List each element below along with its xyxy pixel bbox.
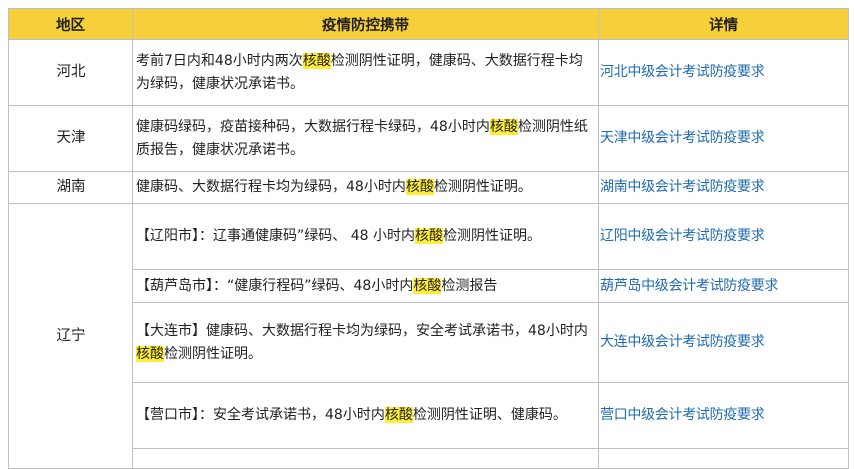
region-cell: 湖南 — [8, 171, 133, 204]
header-region: 地区 — [8, 8, 133, 40]
requirement-text: 考前7日内和48小时内两次 — [136, 53, 303, 69]
table-row: 天津 健康码绿码，疫苗接种码，大数据行程卡绿码，48小时内核酸检测阴性纸质报告，… — [8, 105, 849, 172]
requirements-cell: 考前7日内和48小时内两次核酸检测阴性证明，健康码、大数据行程卡均为绿码，健康状… — [132, 39, 599, 106]
requirement-text: 健康码、大数据行程卡均为绿码，48小时内 — [136, 179, 406, 196]
requirement-text: 【辽阳市】：辽事通健康码”绿码、 48 小时内 — [136, 228, 415, 245]
highlight-keyword: 核酸 — [384, 407, 413, 424]
table-row — [9, 448, 849, 469]
requirements-cell: 健康码绿码，疫苗接种码，大数据行程卡绿码，48小时内核酸检测阴性纸质报告，健康状… — [132, 105, 599, 172]
requirement-text: 检测阴性证明。 — [164, 345, 262, 362]
details-cell — [598, 448, 849, 469]
details-link[interactable]: 大连中级会计考试防疫要求 — [598, 302, 849, 383]
highlight-keyword: 核酸 — [413, 277, 442, 294]
requirements-cell: 【葫芦岛市】：“健康行程码”绿码、48小时内核酸检测报告 — [132, 269, 599, 303]
table-row: 湖南 健康码、大数据行程卡均为绿码，48小时内核酸检测阴性证明。 湖南中级会计考… — [8, 171, 849, 204]
requirement-text: 检测报告 — [441, 277, 498, 294]
highlight-keyword: 核酸 — [405, 179, 434, 196]
details-link[interactable]: 葫芦岛中级会计考试防疫要求 — [598, 269, 849, 303]
table-row: 河北 考前7日内和48小时内两次核酸检测阴性证明，健康码、大数据行程卡均为绿码，… — [8, 39, 849, 106]
highlight-keyword: 核酸 — [489, 119, 518, 135]
details-link[interactable]: 营口中级会计考试防疫要求 — [598, 382, 849, 449]
table-row: 辽宁 【辽阳市】：辽事通健康码”绿码、 48 小时内核酸检测阴性证明。 辽阳中级… — [8, 203, 849, 469]
requirement-text: 【葫芦岛市】：“健康行程码”绿码、48小时内 — [136, 277, 414, 294]
requirements-cell: 【辽阳市】：辽事通健康码”绿码、 48 小时内核酸检测阴性证明。 — [132, 203, 599, 270]
epidemic-requirements-table: 地区 疫情防控携带 详情 河北 考前7日内和48小时内两次核酸检测阴性证明，健康… — [8, 8, 849, 469]
highlight-keyword: 核酸 — [414, 228, 443, 245]
table-row: 【营口市】：安全考试承诺书，48小时内核酸检测阴性证明、健康码。 营口中级会计考… — [9, 382, 849, 449]
requirements-cell — [132, 448, 599, 469]
requirement-text: 检测阴性证明。 — [433, 179, 532, 196]
requirements-cell: 【大连市】健康码、大数据行程卡均为绿码，安全考试承诺书，48小时内核酸检测阴性证… — [132, 302, 599, 383]
details-link[interactable]: 湖南中级会计考试防疫要求 — [598, 171, 849, 204]
requirements-cell: 健康码、大数据行程卡均为绿码，48小时内核酸检测阴性证明。 — [132, 171, 599, 204]
requirement-text: 【营口市】：安全考试承诺书，48小时内 — [136, 407, 385, 424]
region-cell-liaoning: 辽宁 — [8, 203, 133, 469]
header-details: 详情 — [598, 8, 849, 40]
requirement-text: 健康码绿码，疫苗接种码，大数据行程卡绿码，48小时内 — [136, 119, 490, 135]
table-row: 【大连市】健康码、大数据行程卡均为绿码，安全考试承诺书，48小时内核酸检测阴性证… — [9, 302, 849, 383]
requirement-text: 检测阴性证明。 — [442, 228, 541, 245]
requirement-text: 【大连市】健康码、大数据行程卡均为绿码，安全考试承诺书，48小时内 — [136, 323, 588, 339]
header-requirements: 疫情防控携带 — [132, 8, 599, 40]
table-row: 【葫芦岛市】：“健康行程码”绿码、48小时内核酸检测报告 葫芦岛中级会计考试防疫… — [9, 269, 849, 303]
table-header-row: 地区 疫情防控携带 详情 — [8, 8, 849, 40]
requirement-text: 检测阴性证明、健康码。 — [412, 407, 567, 424]
details-link[interactable]: 天津中级会计考试防疫要求 — [598, 105, 849, 172]
region-cell: 河北 — [8, 39, 133, 106]
details-link[interactable]: 河北中级会计考试防疫要求 — [598, 39, 849, 106]
region-cell: 天津 — [8, 105, 133, 172]
highlight-keyword: 核酸 — [302, 53, 331, 69]
highlight-keyword: 核酸 — [136, 345, 164, 362]
requirements-cell: 【营口市】：安全考试承诺书，48小时内核酸检测阴性证明、健康码。 — [132, 382, 599, 449]
details-link[interactable]: 辽阳中级会计考试防疫要求 — [598, 203, 849, 270]
